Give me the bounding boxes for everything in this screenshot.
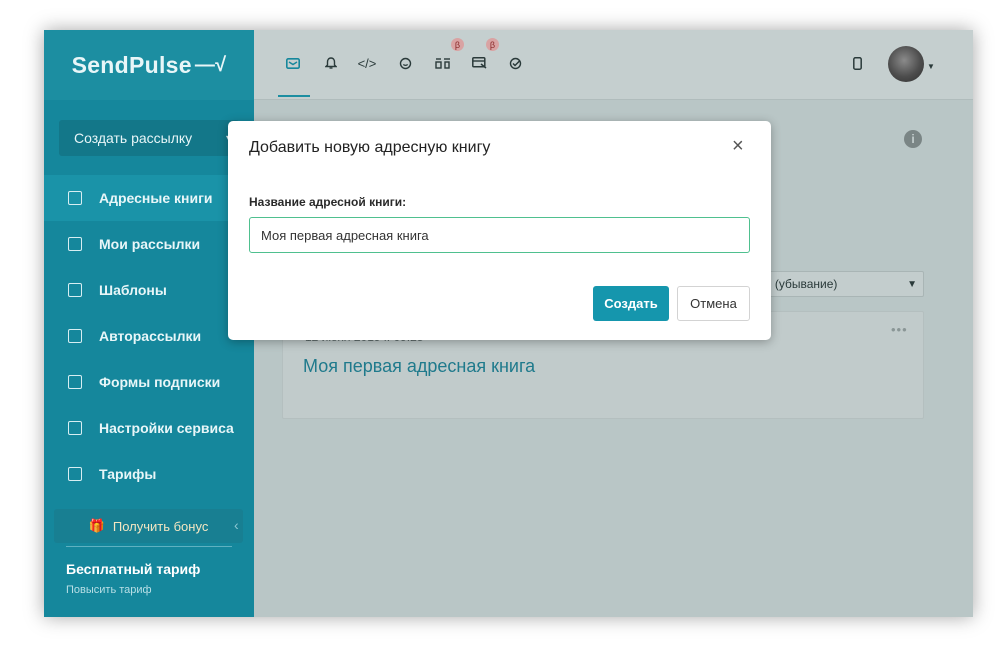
chat-icon[interactable]: [394, 52, 416, 74]
sidebar-divider: [66, 546, 232, 547]
sidebar-item-label: Формы подписки: [99, 374, 221, 390]
top-bar: </> β β ▼: [254, 30, 973, 100]
push-bell-icon[interactable]: [320, 52, 342, 74]
sidebar-item-label: Мои рассылки: [99, 236, 201, 252]
cancel-button[interactable]: Отмена: [677, 286, 750, 321]
subscription-forms-icon: [68, 375, 82, 389]
sidebar-item-automation[interactable]: Авторассылки: [44, 313, 254, 359]
more-options-icon[interactable]: •••: [891, 322, 908, 337]
address-book-icon: [68, 191, 82, 205]
sidebar-item-service-settings[interactable]: Настройки сервиса: [44, 405, 254, 451]
get-bonus-button[interactable]: 🎁 Получить бонус: [54, 509, 243, 543]
sidebar-item-pricing[interactable]: Тарифы: [44, 451, 254, 497]
automation-icon: [68, 329, 82, 343]
plan-title: Бесплатный тариф: [66, 561, 201, 577]
chatbots-icon[interactable]: [432, 52, 454, 74]
address-book-name-input[interactable]: [249, 217, 750, 253]
sidebar-item-address-books[interactable]: Адресные книги: [44, 175, 254, 221]
sidebar: SendPulse —√ Создать рассылку ▾ Адресные…: [44, 30, 254, 617]
beta-badge: β: [486, 38, 499, 51]
logo-text: SendPulse: [71, 51, 192, 78]
info-icon[interactable]: i: [904, 130, 922, 148]
gift-icon: 🎁: [88, 518, 105, 533]
sidebar-item-label: Настройки сервиса: [99, 420, 234, 436]
settings-icon: [68, 421, 82, 435]
sidebar-item-label: Тарифы: [99, 466, 157, 482]
create-campaign-button[interactable]: Создать рассылку ▾: [59, 120, 239, 156]
card-title-link[interactable]: Моя первая адресная книга: [303, 356, 535, 377]
avatar[interactable]: [888, 46, 924, 82]
dialog-title: Добавить новую адресную книгу: [249, 139, 491, 156]
active-tab-indicator: [278, 95, 310, 97]
collapse-sidebar-icon[interactable]: ‹: [234, 517, 239, 533]
sidebar-item-templates[interactable]: Шаблоны: [44, 267, 254, 313]
close-icon[interactable]: ×: [732, 135, 744, 158]
mobile-icon[interactable]: [846, 52, 868, 74]
sidebar-item-label: Адресные книги: [99, 190, 213, 206]
sort-select-value: я (убывание): [765, 277, 838, 291]
chevron-down-icon[interactable]: ▼: [927, 62, 935, 71]
beta-badge: β: [451, 38, 464, 51]
check-icon[interactable]: [504, 52, 526, 74]
logo[interactable]: SendPulse —√: [44, 30, 254, 100]
app-window: SendPulse —√ Создать рассылку ▾ Адресные…: [44, 30, 973, 617]
upgrade-plan-link[interactable]: Повысить тариф: [66, 584, 152, 596]
email-icon[interactable]: [282, 52, 304, 74]
sidebar-item-my-mailings[interactable]: Мои рассылки: [44, 221, 254, 267]
sidebar-item-label: Шаблоны: [99, 282, 167, 298]
logo-pulse-icon: —√: [194, 53, 227, 76]
sidebar-item-subscription-forms[interactable]: Формы подписки: [44, 359, 254, 405]
sidebar-item-label: Авторассылки: [99, 328, 202, 344]
pricing-icon: [68, 467, 82, 481]
sidebar-nav: Адресные книги Мои рассылки Шаблоны Авто…: [44, 175, 254, 497]
chevron-down-icon: ▼: [907, 278, 917, 290]
code-smtp-icon[interactable]: </>: [356, 52, 378, 74]
crm-icon[interactable]: [468, 52, 490, 74]
get-bonus-label: Получить бонус: [112, 518, 209, 534]
templates-icon: [68, 283, 82, 297]
add-address-book-dialog: Добавить новую адресную книгу × Название…: [228, 121, 771, 340]
mailings-icon: [68, 237, 82, 251]
address-book-name-label: Название адресной книги:: [249, 195, 407, 209]
create-button[interactable]: Создать: [593, 286, 669, 321]
create-campaign-label: Создать рассылку: [74, 130, 193, 146]
